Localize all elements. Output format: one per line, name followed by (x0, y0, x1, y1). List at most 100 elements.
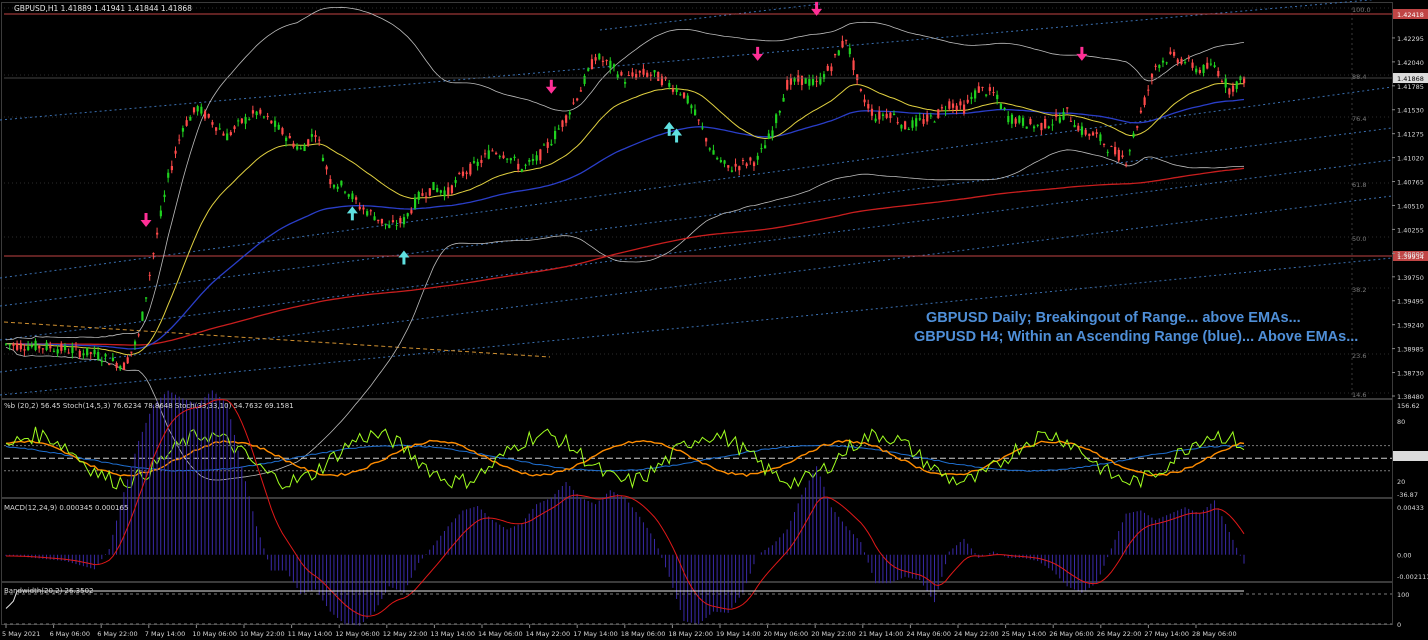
candle-body (1132, 133, 1135, 137)
candle-body (148, 274, 151, 276)
candle-body (307, 139, 310, 146)
candle-body (314, 135, 317, 137)
candle-body (948, 101, 951, 109)
candle-body (1176, 59, 1179, 63)
candle-body (1117, 149, 1120, 161)
candle-body (907, 128, 910, 130)
candle-body (738, 166, 741, 171)
candle-body (1187, 57, 1190, 59)
candle-body (778, 110, 781, 113)
bandwidth-header: Bandwidth(20,2) 26.3502 (4, 587, 94, 595)
candle-body (1021, 117, 1025, 126)
fibo-label: 61.8 (1352, 181, 1366, 189)
candle-body (896, 122, 899, 124)
price-tick-label: 1.41530 (1397, 107, 1424, 115)
candle-body (432, 182, 435, 190)
candle-body (502, 155, 505, 159)
candle-body (100, 360, 103, 363)
candle-body (207, 113, 210, 118)
candle-body (977, 86, 980, 93)
candle-body (594, 57, 597, 61)
candle-body (609, 60, 612, 69)
candle-body (1003, 107, 1006, 110)
current-price-text: 1.41868 (1397, 75, 1424, 83)
candle-body (5, 343, 8, 345)
candle-body (1036, 124, 1039, 126)
candle-body (89, 352, 92, 354)
candle-body (576, 98, 579, 101)
candle-body (296, 146, 299, 150)
candle-body (985, 94, 988, 96)
candle-body (145, 297, 148, 299)
candle-body (122, 362, 126, 371)
candle-body (749, 157, 752, 161)
stoch-value-tag (1393, 451, 1428, 461)
candle-body (705, 138, 708, 142)
fibo-label: 88.4 (1352, 73, 1366, 81)
candle-body (181, 128, 185, 132)
candle-body (671, 89, 675, 92)
candle-body (292, 143, 295, 147)
candle-body (141, 311, 144, 321)
candle-body (52, 350, 56, 352)
candle-body (1062, 111, 1065, 120)
candle-body (152, 253, 155, 255)
subpanel-axis-label: 80 (1397, 418, 1405, 426)
candle-body (1025, 126, 1028, 129)
candle-body (185, 120, 188, 126)
time-tick-label: 14 May 22:00 (526, 630, 571, 638)
candle-body (1088, 133, 1091, 136)
candle-body (133, 341, 137, 345)
candle-body (351, 193, 354, 200)
macd-header: MACD(12,24,9) 0.000345 0.000165 (4, 504, 128, 512)
candle-body (889, 112, 892, 119)
candle-body (642, 68, 645, 75)
candle-body (192, 107, 196, 113)
candle-body (465, 172, 468, 175)
candle-body (491, 150, 494, 152)
candle-body (682, 92, 686, 98)
candle-body (1040, 123, 1043, 131)
candle-body (955, 105, 958, 110)
candle-body (355, 197, 358, 200)
time-tick-label: 17 May 14:00 (573, 630, 618, 638)
candle-body (56, 349, 59, 354)
candle-body (734, 163, 737, 167)
candle-body (97, 351, 100, 360)
candle-body (535, 155, 538, 161)
candle-body (1058, 117, 1061, 123)
candle-body (863, 99, 866, 103)
candle-body (421, 193, 424, 196)
candle-body (852, 60, 855, 71)
candle-body (255, 111, 258, 116)
subpanel-axis-label: 156.62 (1397, 402, 1420, 410)
candle-body (1143, 97, 1146, 105)
candle-body (336, 186, 339, 189)
candle-body (1069, 120, 1073, 122)
price-tick-label: 1.39495 (1397, 298, 1424, 306)
candle-body (233, 126, 236, 130)
time-tick-label: 13 May 14:00 (430, 630, 475, 638)
candle-body (1180, 58, 1183, 64)
annotation-daily: GBPUSD Daily; Breakingout of Range... ab… (926, 310, 1301, 326)
candle-body (259, 109, 262, 114)
candle-body (598, 53, 601, 60)
candle-body (1047, 126, 1050, 129)
candle-body (1235, 81, 1238, 89)
price-tick-label: 1.39750 (1397, 274, 1424, 282)
candle-body (885, 113, 888, 118)
time-tick-label: 5 May 2021 (2, 630, 40, 638)
candle-body (553, 130, 557, 140)
candle-body (266, 115, 269, 117)
candle-body (1202, 64, 1205, 74)
candle-body (1158, 65, 1161, 68)
candle-body (1073, 125, 1076, 128)
candle-body (531, 158, 535, 161)
price-tick-label: 1.41020 (1397, 155, 1424, 163)
candle-body (1154, 65, 1157, 67)
candle-body (627, 74, 630, 76)
subpanel-axis-label: -36.87 (1397, 491, 1418, 499)
candle-body (1080, 126, 1084, 135)
candle-body (226, 133, 229, 141)
subpanel-axis-label: 100 (1397, 591, 1409, 599)
